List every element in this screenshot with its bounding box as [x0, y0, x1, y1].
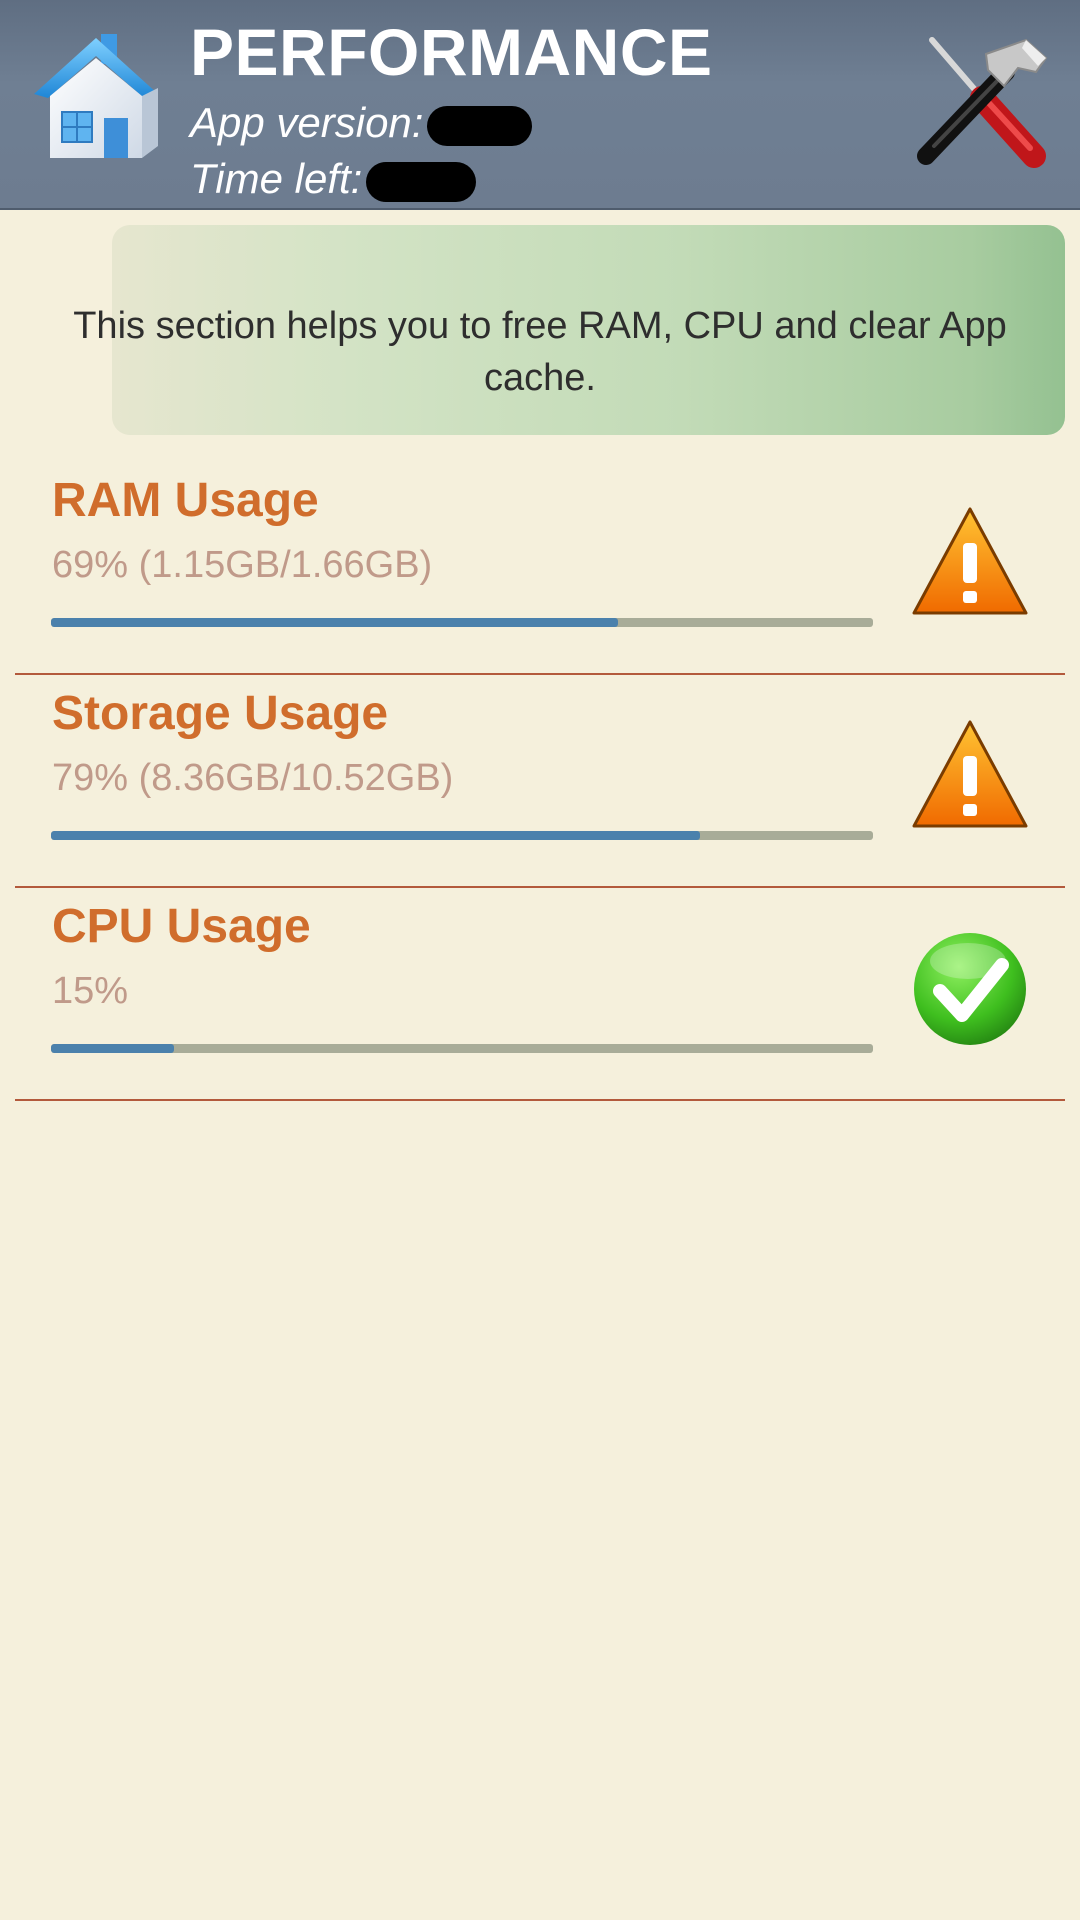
storage-usage-title: Storage Usage [52, 687, 389, 740]
tools-button[interactable] [904, 28, 1054, 178]
warning-icon [912, 507, 1028, 615]
checkmark-icon [914, 933, 1026, 1045]
cpu-usage-bar-fill [51, 1044, 175, 1053]
ram-usage-bar [51, 618, 873, 627]
tools-icon [917, 37, 1048, 168]
time-left-label: Time left: [190, 155, 363, 202]
page-title: PERFORMANCE [190, 15, 713, 89]
home-button[interactable] [26, 28, 166, 168]
ram-usage-row[interactable]: RAM Usage 69% (1.15GB/1.66GB) [15, 463, 1065, 675]
storage-usage-bar-fill [51, 831, 701, 840]
app-version-line: App version: [190, 98, 533, 148]
redacted-version [427, 105, 533, 146]
cpu-usage-title: CPU Usage [52, 900, 311, 953]
storage-usage-bar [51, 831, 873, 840]
cpu-usage-row[interactable]: CPU Usage 15% [15, 889, 1065, 1101]
cpu-usage-bar [51, 1044, 873, 1053]
home-icon [34, 34, 158, 158]
storage-usage-detail: 79% (8.36GB/10.52GB) [52, 757, 454, 799]
app-version-label: App version: [190, 99, 424, 146]
redacted-time [366, 161, 477, 202]
ram-usage-title: RAM Usage [52, 474, 319, 527]
cpu-usage-detail: 15% [52, 970, 129, 1012]
app-header: PERFORMANCE App version: Time left: [0, 0, 1080, 210]
info-text: This section helps you to free RAM, CPU … [73, 305, 1007, 399]
ram-usage-bar-fill [51, 618, 619, 627]
warning-icon [912, 720, 1028, 828]
time-left-line: Time left: [190, 154, 477, 204]
storage-usage-row[interactable]: Storage Usage 79% (8.36GB/10.52GB) [15, 676, 1065, 888]
ram-usage-detail: 69% (1.15GB/1.66GB) [52, 544, 433, 586]
